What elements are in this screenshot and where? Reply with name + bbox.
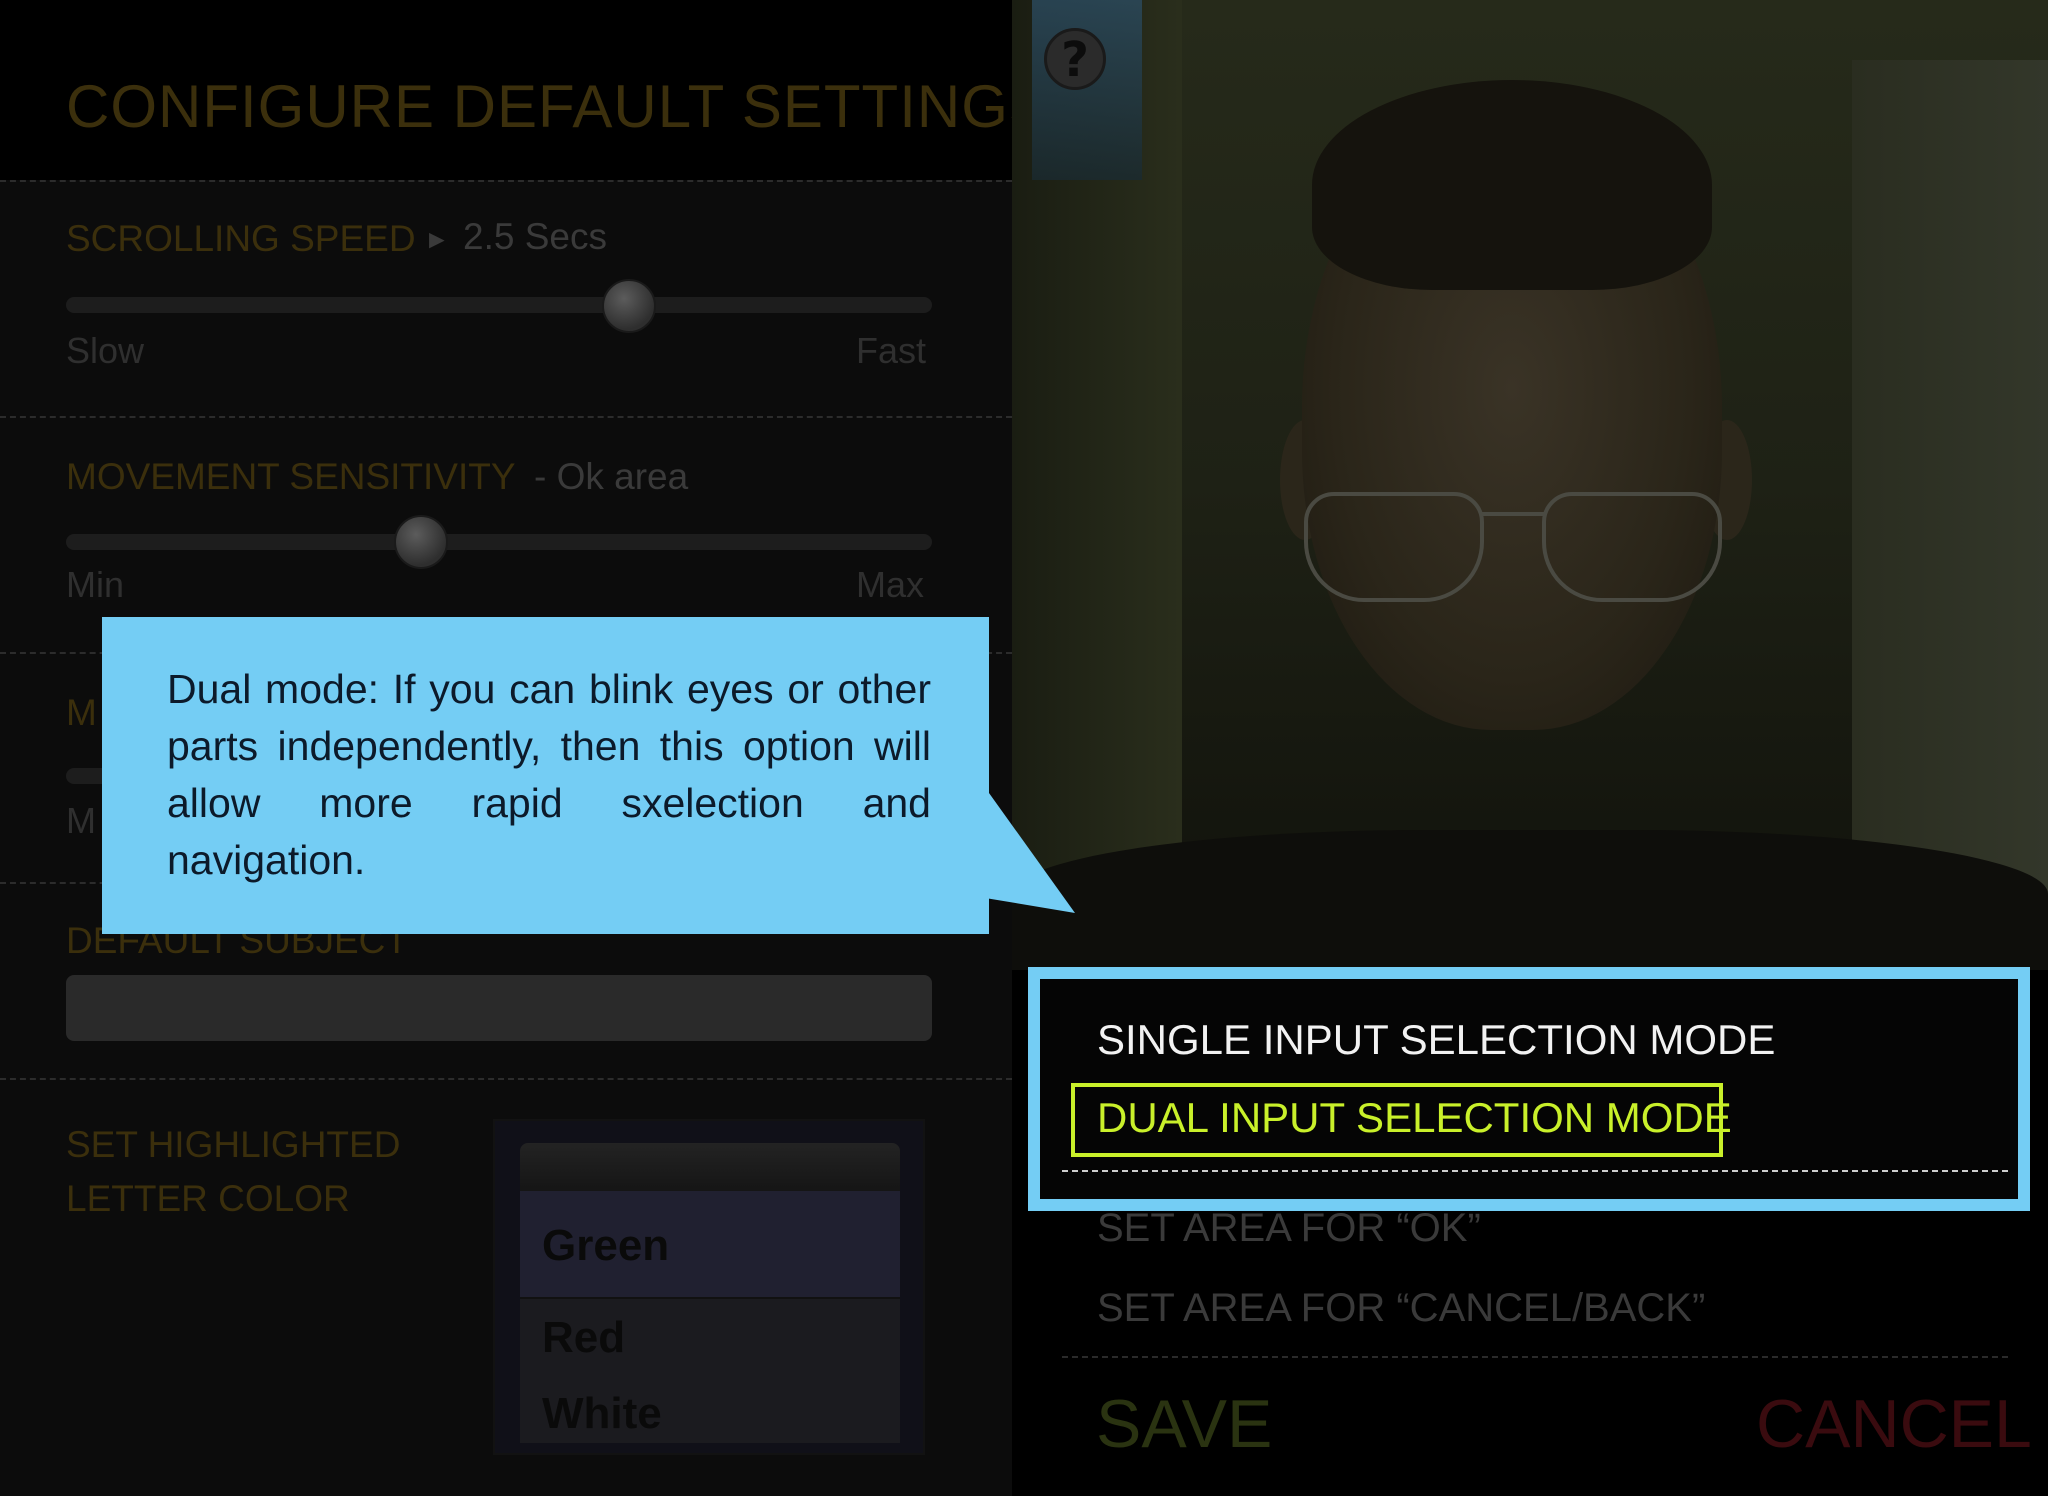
menu-divider [1062, 1356, 2008, 1358]
slider-min-label: M [66, 800, 96, 841]
settings-header: CONFIGURE DEFAULT SETTINGS [0, 0, 1049, 180]
menu-divider [1062, 1170, 2008, 1172]
camera-feed [1012, 0, 2048, 970]
movement-sensitivity-value: - Ok area [534, 456, 689, 497]
picker-option[interactable]: Green [542, 1221, 669, 1271]
color-picker[interactable]: Green Red White [493, 1119, 925, 1455]
slider-min-label: Slow [66, 330, 145, 371]
picker-top-edge [520, 1143, 900, 1195]
dual-input-mode-option[interactable]: DUAL INPUT SELECTION MODE [1097, 1094, 1732, 1142]
camera-background-door [1852, 60, 2048, 910]
user-glasses-lens [1304, 492, 1484, 602]
cancel-button[interactable]: CANCEL [1756, 1385, 2032, 1463]
scrolling-speed-slider[interactable] [66, 297, 932, 313]
divider [0, 1078, 1012, 1080]
user-hair [1312, 80, 1712, 290]
help-callout: Dual mode: If you can blink eyes or othe… [102, 617, 989, 934]
scrolling-speed-slider-thumb[interactable] [601, 279, 656, 333]
hidden-section-label: M [66, 692, 97, 733]
save-button[interactable]: SAVE [1096, 1385, 1272, 1463]
movement-sensitivity-label: MOVEMENT SENSITIVITY [66, 456, 516, 497]
slider-min-label: Min [66, 564, 125, 605]
picker-options-list[interactable]: Green Red White [520, 1191, 900, 1443]
movement-sensitivity-slider-thumb[interactable] [394, 515, 449, 569]
picker-option[interactable]: White [542, 1389, 662, 1439]
question-icon[interactable]: ? [1044, 28, 1106, 90]
default-subject-input[interactable] [66, 975, 932, 1041]
highlight-color-label-line1: SET HIGHLIGHTED [66, 1124, 401, 1165]
picker-option[interactable]: Red [542, 1313, 625, 1363]
set-area-cancel-back-option[interactable]: SET AREA FOR “CANCEL/BACK” [1097, 1286, 1705, 1331]
user-glasses-bridge [1482, 512, 1544, 516]
highlight-color-label: SET HIGHLIGHTED LETTER COLOR [66, 1118, 400, 1226]
page-title: CONFIGURE DEFAULT SETTINGS [66, 73, 1050, 140]
divider [0, 416, 1012, 418]
play-arrow-icon: ► [424, 224, 450, 254]
divider [0, 180, 1012, 182]
camera-background-window [1032, 0, 1142, 180]
callout-text: Dual mode: If you can blink eyes or othe… [167, 666, 931, 883]
movement-sensitivity-slider[interactable] [66, 534, 932, 550]
slider-max-label: Fast [856, 330, 927, 371]
single-input-mode-option[interactable]: SINGLE INPUT SELECTION MODE [1097, 1016, 1775, 1064]
highlight-color-label-line2: LETTER COLOR [66, 1178, 350, 1219]
slider-max-label: Max [856, 564, 925, 605]
user-shirt [1012, 830, 2048, 970]
scrolling-speed-value: 2.5 Secs [463, 216, 607, 257]
scrolling-speed-label: SCROLLING SPEED [66, 218, 416, 259]
user-glasses-lens [1542, 492, 1722, 602]
set-area-ok-option[interactable]: SET AREA FOR “OK” [1097, 1206, 1481, 1251]
